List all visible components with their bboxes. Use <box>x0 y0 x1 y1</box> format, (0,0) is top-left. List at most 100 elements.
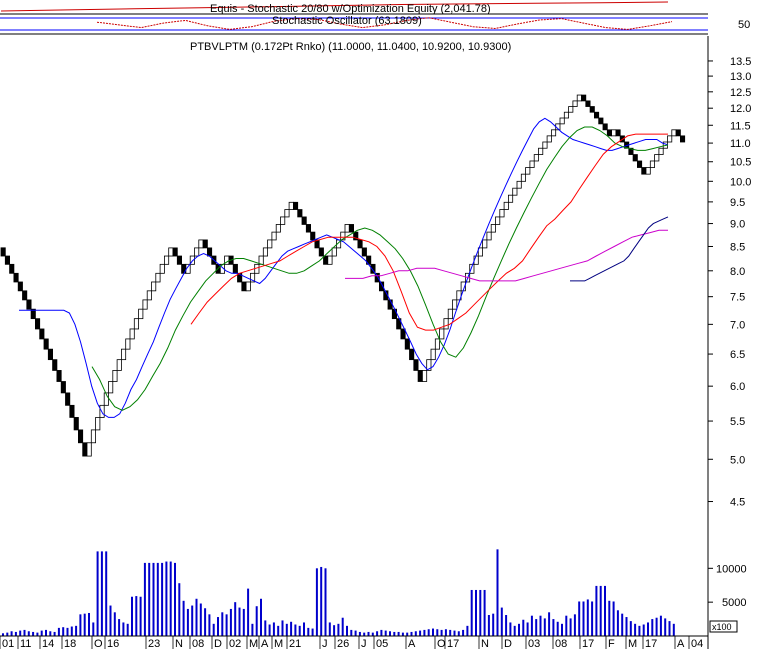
volume-bar <box>406 632 409 636</box>
renko-brick-up <box>512 187 518 196</box>
date-tick-label: J <box>322 638 328 649</box>
volume-bar <box>264 620 267 636</box>
volume-bar <box>70 626 73 636</box>
renko-brick-down <box>22 290 28 301</box>
renko-brick-up <box>155 272 161 283</box>
volume-bar <box>139 596 142 636</box>
renko-brick-up <box>288 201 294 210</box>
volume-bar <box>599 585 602 636</box>
renko-brick-up <box>568 106 574 113</box>
volume-bar <box>629 621 632 636</box>
renko-brick-up <box>344 224 350 233</box>
renko-brick-down <box>202 239 208 249</box>
date-tick-label: D <box>214 638 222 649</box>
renko-brick-up <box>159 263 165 274</box>
volume-bar <box>53 631 56 636</box>
renko-brick-up <box>611 129 617 137</box>
renko-brick-down <box>641 167 647 175</box>
renko-brick-down <box>172 247 178 257</box>
date-tick-label: 02 <box>229 638 241 649</box>
volume-bar <box>569 618 572 636</box>
volume-bar <box>118 619 121 636</box>
volume-bar <box>45 629 47 636</box>
volume-bar <box>419 630 422 636</box>
renko-brick-down <box>417 370 423 382</box>
renko-brick-down <box>409 348 415 361</box>
volume-bar <box>113 612 116 636</box>
volume-bar <box>294 624 297 636</box>
volume-bar <box>389 631 391 636</box>
volume-bar <box>315 568 318 636</box>
renko-brick-up <box>121 348 127 361</box>
price-tick-label: 7.5 <box>730 292 745 304</box>
renko-brick-up <box>542 141 548 149</box>
volume-bar <box>655 617 658 636</box>
volume-bar <box>500 607 503 636</box>
volume-bar <box>14 631 17 636</box>
volume-bar <box>427 629 430 636</box>
renko-bricks <box>0 94 686 457</box>
renko-brick-up <box>138 308 144 320</box>
volume-bar <box>32 631 35 636</box>
renko-brick-down <box>589 106 595 113</box>
oscillator-title: Stochastic Oscillator (63.1809) <box>272 15 422 27</box>
date-tick-label: J <box>361 638 367 649</box>
renko-brick-down <box>594 111 600 119</box>
volume-bars <box>2 549 675 636</box>
volume-bar <box>513 625 516 636</box>
price-tick-label: 8.0 <box>730 266 745 278</box>
renko-brick-down <box>9 263 15 274</box>
renko-brick-down <box>65 392 71 406</box>
renko-brick-down <box>206 247 213 257</box>
volume-unit-label: x100 <box>712 622 732 632</box>
renko-brick-up <box>658 147 664 155</box>
renko-brick-up <box>245 281 251 292</box>
renko-brick-down <box>632 154 638 162</box>
date-tick-label: M <box>274 638 283 649</box>
volume-bar <box>505 615 508 636</box>
renko-brick-down <box>680 135 686 143</box>
renko-brick-down <box>17 281 23 292</box>
volume-bar <box>634 623 637 636</box>
price-title: PTBVLPTM (0.172Pt Rnko) (11.0000, 11.040… <box>190 41 511 53</box>
renko-brick-up <box>95 417 101 431</box>
volume-bar <box>225 614 228 636</box>
volume-bar <box>337 623 340 636</box>
renko-brick-up <box>499 209 505 218</box>
volume-bar <box>156 562 159 636</box>
renko-brick-up <box>439 328 445 340</box>
volume-bar <box>380 629 383 636</box>
volume-bar <box>311 628 314 636</box>
volume-bar <box>182 600 185 636</box>
renko-brick-up <box>163 255 170 265</box>
renko-brick-up <box>654 154 660 162</box>
renko-brick-up <box>151 281 157 292</box>
renko-brick-down <box>60 381 66 394</box>
volume-bar <box>535 619 538 636</box>
volume-bar <box>199 603 202 636</box>
renko-brick-up <box>551 129 557 137</box>
volume-bar <box>178 583 181 636</box>
renko-brick-down <box>43 338 49 350</box>
date-tick-label: 01 <box>2 638 14 649</box>
volume-bar <box>354 630 357 636</box>
renko-brick-up <box>503 201 509 210</box>
volume-bar <box>23 629 26 636</box>
renko-brick-up <box>267 239 273 249</box>
volume-bar <box>539 615 542 636</box>
volume-bar <box>363 632 366 636</box>
renko-brick-up <box>452 299 458 310</box>
volume-bar <box>272 622 275 636</box>
renko-brick-down <box>581 94 587 102</box>
price-tick-label: 13.5 <box>730 56 751 68</box>
renko-brick-up <box>486 231 492 241</box>
renko-brick-up <box>563 111 569 119</box>
renko-brick-down <box>232 263 238 274</box>
renko-brick-down <box>26 299 32 310</box>
renko-brick-up <box>546 135 552 143</box>
volume-bar <box>475 589 477 636</box>
volume-bar <box>487 615 490 636</box>
renko-brick-up <box>430 348 436 361</box>
volume-bar <box>161 562 164 636</box>
volume-bar <box>195 598 198 636</box>
